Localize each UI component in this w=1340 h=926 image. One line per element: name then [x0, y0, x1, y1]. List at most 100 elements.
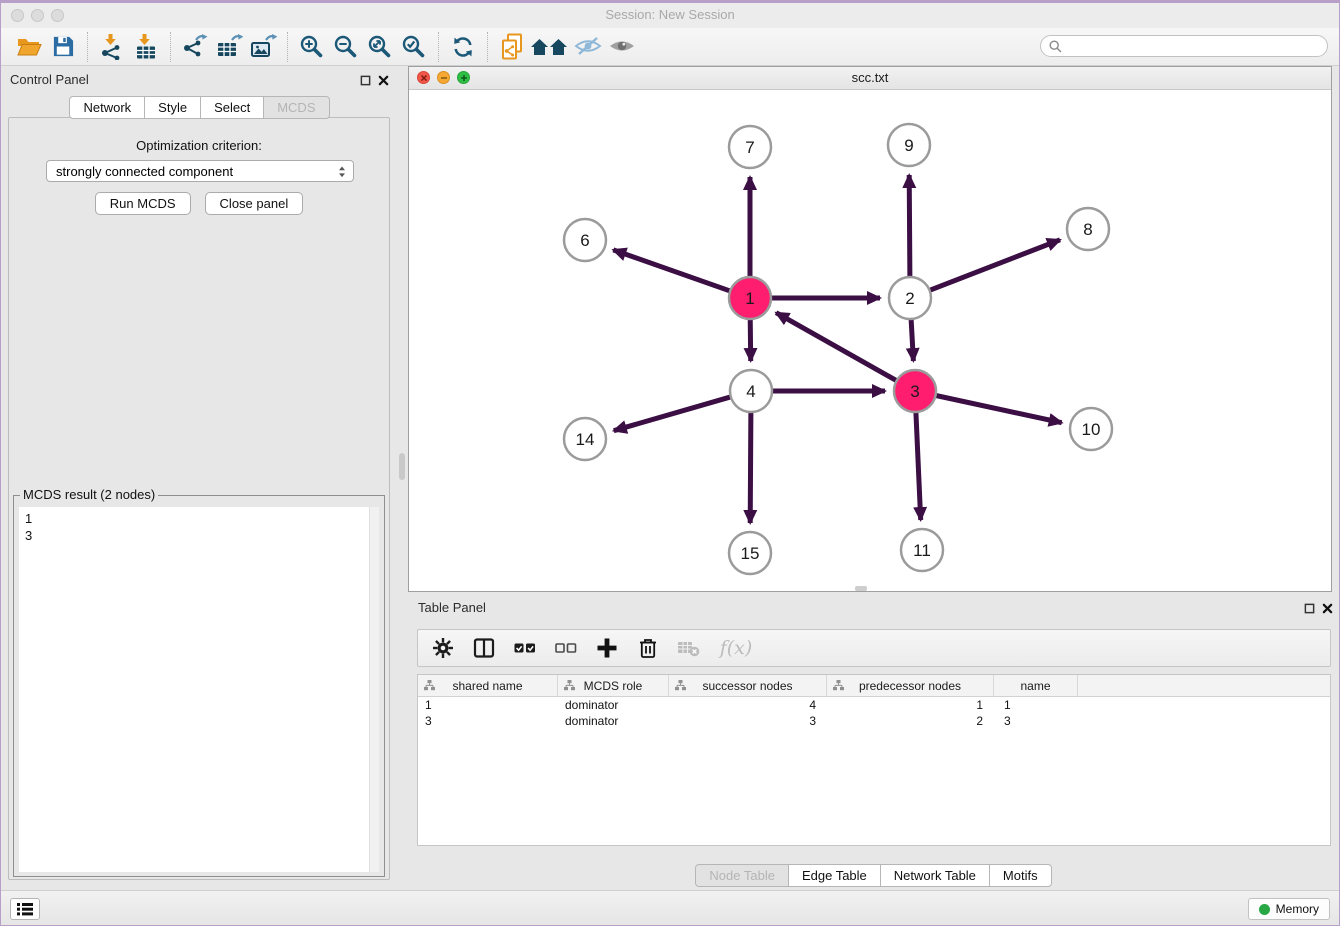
memory-button[interactable]: Memory: [1248, 898, 1330, 920]
node-14[interactable]: 14: [564, 418, 606, 460]
tab-node-table[interactable]: Node Table: [695, 864, 789, 887]
search-input[interactable]: [1067, 38, 1327, 54]
edge-2-9[interactable]: [909, 175, 910, 279]
task-history-button[interactable]: [10, 898, 40, 920]
deselect-all-columns-icon[interactable]: [553, 635, 579, 661]
export-table-icon[interactable]: [212, 31, 246, 63]
search-box[interactable]: [1040, 35, 1328, 57]
node-3[interactable]: 3: [894, 370, 936, 412]
result-scrollbar[interactable]: [369, 507, 379, 872]
tab-mcds[interactable]: MCDS: [263, 96, 329, 119]
table-settings-icon[interactable]: [430, 635, 456, 661]
network-canvas[interactable]: 7 9 6 8 1 2 4 3 14 10 15 11: [409, 89, 1331, 591]
node-6[interactable]: 6: [564, 219, 606, 261]
node-11[interactable]: 11: [901, 529, 943, 571]
edge-3-10[interactable]: [934, 395, 1062, 423]
edge-4-14[interactable]: [614, 396, 733, 430]
tab-motifs[interactable]: Motifs: [989, 864, 1052, 887]
table-cell[interactable]: 1: [994, 698, 1078, 712]
table-row[interactable]: 1dominator411: [418, 697, 1330, 713]
float-panel-icon[interactable]: [1302, 601, 1316, 615]
control-panel-tabs: NetworkStyleSelectMCDS: [0, 96, 400, 119]
close-panel-icon[interactable]: [376, 73, 390, 87]
table-cell[interactable]: 2: [827, 714, 994, 728]
refresh-layout-icon[interactable]: [446, 31, 480, 63]
node-9[interactable]: 9: [888, 124, 930, 166]
toolbar-separator: [287, 32, 288, 62]
open-session-icon[interactable]: [12, 31, 46, 63]
mcds-result-title: MCDS result (2 nodes): [20, 487, 158, 502]
zoom-out-icon[interactable]: [329, 31, 363, 63]
table-cell[interactable]: 1: [827, 698, 994, 712]
import-network-icon[interactable]: [95, 31, 129, 63]
column-header-mcds-role[interactable]: MCDS role: [558, 675, 669, 696]
edge-2-3[interactable]: [911, 317, 913, 361]
edge-4-15[interactable]: [750, 410, 751, 523]
tab-select[interactable]: Select: [200, 96, 264, 119]
node-10[interactable]: 10: [1070, 408, 1112, 450]
mcds-result-text: 1 3: [25, 510, 32, 544]
table-cell[interactable]: 4: [669, 698, 827, 712]
network-titlebar: scc.txt: [409, 67, 1331, 90]
zoom-fit-icon[interactable]: [363, 31, 397, 63]
network-hscroll-thumb[interactable]: [855, 586, 867, 591]
network-vscroll-thumb[interactable]: [399, 453, 405, 480]
table-cell[interactable]: 3: [418, 714, 558, 728]
table-toolbar: f(x): [417, 629, 1331, 667]
add-column-icon[interactable]: [594, 635, 620, 661]
criterion-select[interactable]: strongly connected component: [46, 160, 354, 182]
table-cell[interactable]: dominator: [558, 698, 669, 712]
table-cell[interactable]: 1: [418, 698, 558, 712]
edge-3-1[interactable]: [776, 313, 898, 382]
node-7[interactable]: 7: [729, 126, 771, 168]
function-builder-icon[interactable]: f(x): [717, 635, 755, 661]
close-panel-button[interactable]: Close panel: [205, 192, 304, 215]
node-4[interactable]: 4: [730, 370, 772, 412]
table-row[interactable]: 3dominator323: [418, 713, 1330, 729]
duplicate-network-icon[interactable]: [495, 31, 529, 63]
import-table-icon[interactable]: [129, 31, 163, 63]
table-header-row: shared nameMCDS rolesuccessor nodesprede…: [418, 675, 1330, 697]
svg-text:2: 2: [905, 289, 914, 308]
select-all-columns-icon[interactable]: [512, 635, 538, 661]
table-cell[interactable]: 3: [669, 714, 827, 728]
column-header-shared-name[interactable]: shared name: [418, 675, 558, 696]
column-header-successor-nodes[interactable]: successor nodes: [669, 675, 827, 696]
column-header-predecessor-nodes[interactable]: predecessor nodes: [827, 675, 994, 696]
criterion-value: strongly connected component: [56, 164, 233, 179]
export-image-icon[interactable]: [246, 31, 280, 63]
float-panel-icon[interactable]: [358, 73, 372, 87]
column-header-name[interactable]: name: [994, 675, 1078, 696]
export-network-icon[interactable]: [178, 31, 212, 63]
mcds-result-area[interactable]: 1 3: [19, 507, 379, 872]
tab-network[interactable]: Network: [69, 96, 145, 119]
node-8[interactable]: 8: [1067, 208, 1109, 250]
node-15[interactable]: 15: [729, 532, 771, 574]
tab-style[interactable]: Style: [144, 96, 201, 119]
run-mcds-button[interactable]: Run MCDS: [95, 192, 191, 215]
show-column-panel-icon[interactable]: [471, 635, 497, 661]
close-panel-icon[interactable]: [1320, 601, 1334, 615]
tab-network-table[interactable]: Network Table: [880, 864, 990, 887]
select-arrows-icon: [335, 164, 349, 183]
home-views-icon[interactable]: [529, 31, 571, 63]
status-bar: Memory: [0, 890, 1340, 926]
zoom-in-icon[interactable]: [295, 31, 329, 63]
edge-3-11[interactable]: [916, 410, 921, 520]
edge-1-4[interactable]: [750, 317, 751, 361]
save-session-icon[interactable]: [46, 31, 80, 63]
tab-edge-table[interactable]: Edge Table: [788, 864, 881, 887]
svg-text:14: 14: [576, 430, 595, 449]
delete-table-icon[interactable]: [676, 635, 702, 661]
toolbar-separator: [438, 32, 439, 62]
edge-2-8[interactable]: [928, 240, 1060, 291]
hide-selected-icon[interactable]: [571, 31, 605, 63]
edge-1-6[interactable]: [613, 250, 732, 292]
table-cell[interactable]: 3: [994, 714, 1078, 728]
show-all-icon[interactable]: [605, 31, 639, 63]
delete-column-icon[interactable]: [635, 635, 661, 661]
node-1[interactable]: 1: [729, 277, 771, 319]
table-cell[interactable]: dominator: [558, 714, 669, 728]
zoom-selected-icon[interactable]: [397, 31, 431, 63]
node-2[interactable]: 2: [889, 277, 931, 319]
